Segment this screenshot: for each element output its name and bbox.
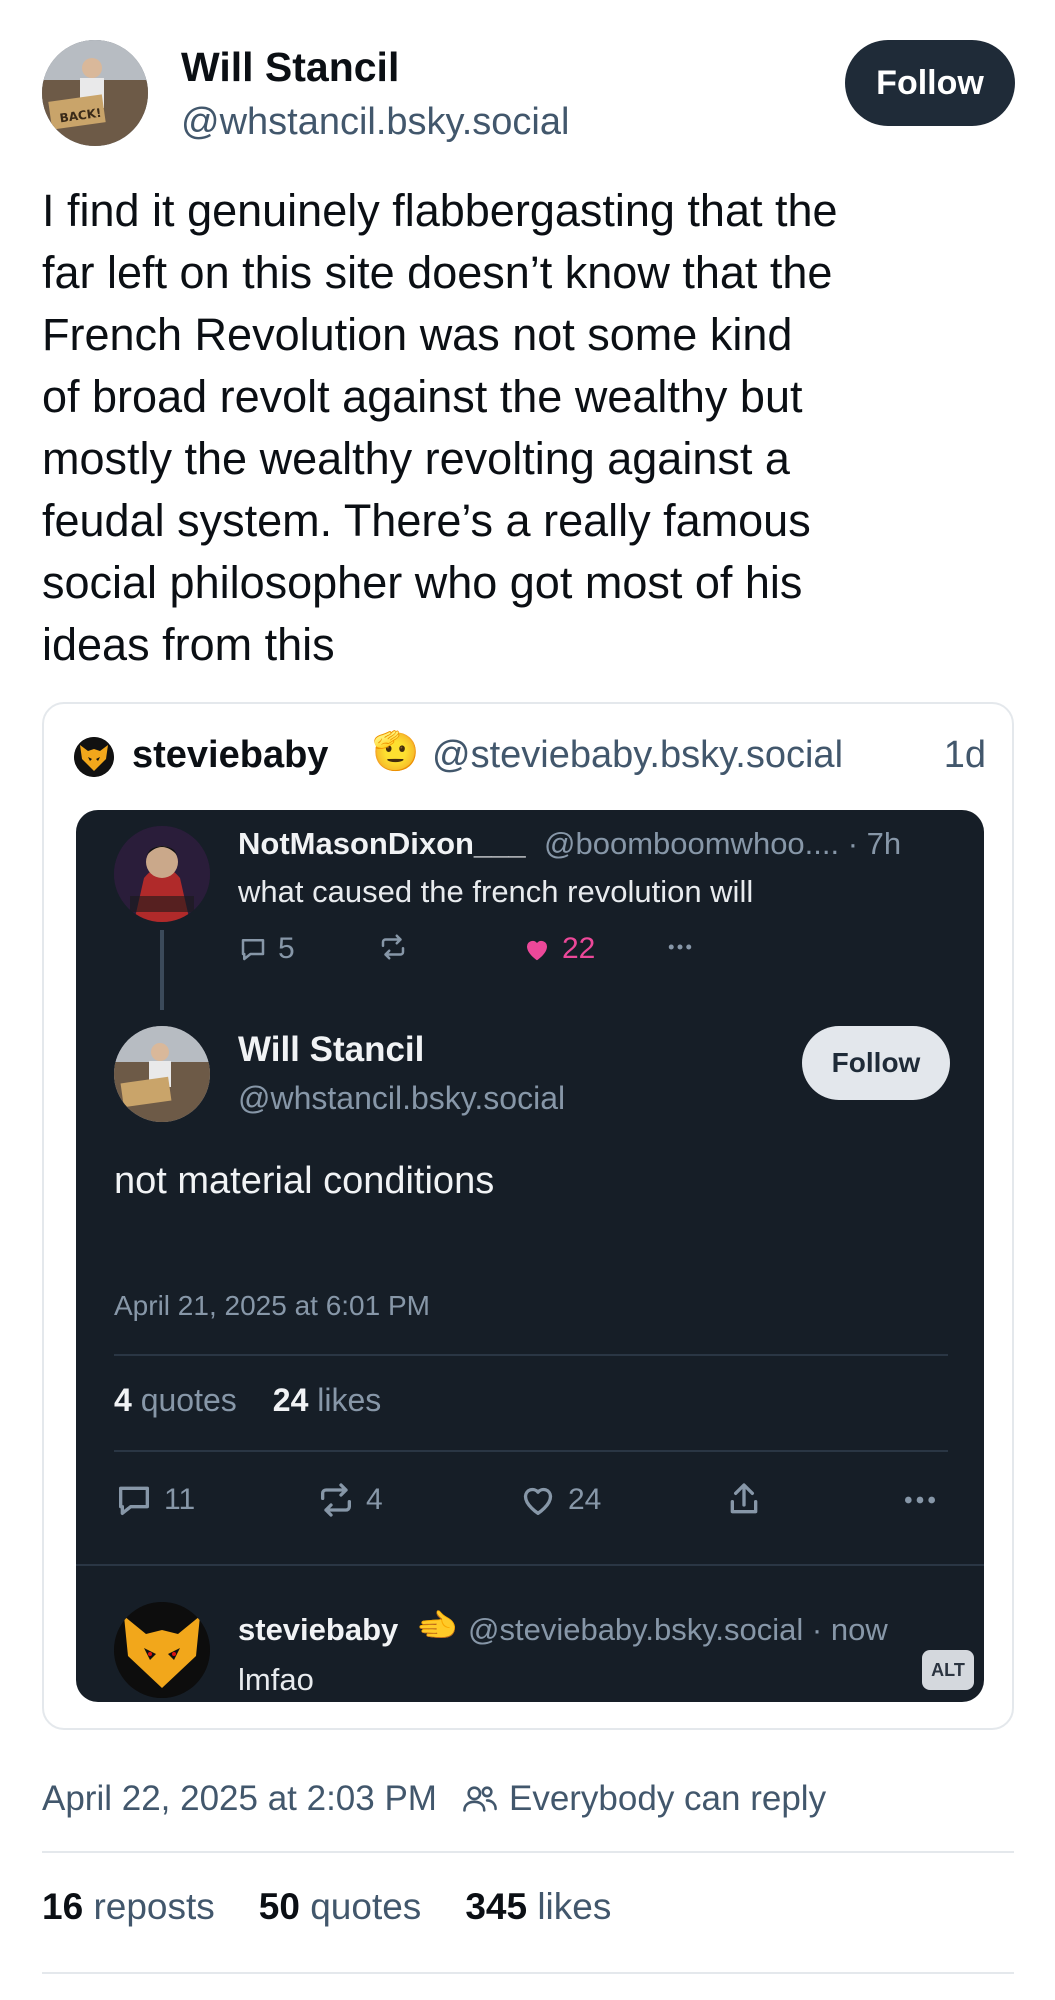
alt-text-badge[interactable]: ALT: [922, 1650, 974, 1690]
embedded-share-action: [724, 1480, 764, 1520]
embedded-divider: [114, 1354, 948, 1356]
reply-author-name: steviebaby: [238, 1612, 399, 1647]
embedded-author-avatar: [114, 1026, 210, 1122]
embedded-repost-action: 4: [316, 1480, 383, 1520]
parent-reply-count: 5: [278, 932, 295, 965]
parent-reply-action: 5: [238, 932, 295, 966]
reposts-label: reposts: [93, 1886, 215, 1927]
embedded-like-count: 24: [568, 1483, 602, 1516]
parent-more-action: [662, 932, 698, 962]
likes-count: 345: [465, 1886, 528, 1927]
embedded-author-name: Will Stancil: [238, 1030, 425, 1069]
quoted-author-name[interactable]: steviebaby: [132, 734, 328, 777]
repost-icon: [381, 934, 405, 960]
embedded-post-text: not material conditions: [114, 1160, 495, 1202]
quotes-count: 50: [258, 1886, 300, 1927]
quoted-author-handle[interactable]: @steviebaby.bsky.social: [432, 734, 843, 777]
embedded-author-handle: @whstancil.bsky.social: [238, 1080, 566, 1116]
repost-icon: [321, 1483, 351, 1517]
author-avatar[interactable]: BACK!: [42, 40, 148, 146]
embedded-divider: [114, 1450, 948, 1452]
embedded-reply-count: 11: [164, 1483, 196, 1516]
quoted-post-time: 1d: [943, 734, 986, 776]
people-icon: [461, 1782, 499, 1816]
author-name[interactable]: Will Stancil: [181, 44, 399, 91]
quoted-author-emoji: 🫡: [372, 731, 420, 773]
reply-author-handle: @steviebaby.bsky.social · now: [468, 1612, 888, 1647]
parent-actions: 5 22: [238, 932, 838, 972]
embedded-actions: 11 4 24: [114, 1480, 948, 1524]
thread-line: [160, 930, 164, 1010]
reply-icon: [241, 939, 265, 961]
reposts-stat[interactable]: 16 reposts: [42, 1886, 215, 1927]
embedded-reply-action: 11: [114, 1480, 195, 1520]
divider: [42, 1972, 1014, 1974]
parent-post-text: what caused the french revolution will: [238, 874, 754, 909]
reply-icon: [119, 1486, 149, 1515]
quotes-stat[interactable]: 50 quotes: [259, 1886, 422, 1927]
embedded-like-action: 24: [518, 1480, 601, 1520]
embedded-reply-separator: [76, 1564, 984, 1566]
embedded-quotes-count: 4: [114, 1382, 132, 1418]
quotes-label: quotes: [310, 1886, 422, 1927]
reposts-count: 16: [42, 1886, 84, 1927]
quoted-author-avatar[interactable]: [74, 737, 114, 777]
post-counts: 16 reposts 50 quotes 345 likes: [42, 1886, 611, 1928]
follow-button[interactable]: Follow: [845, 40, 1015, 126]
embedded-stats: 4 quotes 24 likes: [114, 1382, 381, 1419]
reply-setting[interactable]: Everybody can reply: [509, 1779, 826, 1819]
quoted-post-header: steviebaby 🫡 @steviebaby.bsky.social 1d: [74, 731, 986, 780]
likes-label: likes: [537, 1886, 612, 1927]
author-handle[interactable]: @whstancil.bsky.social: [181, 101, 569, 144]
share-icon: [730, 1483, 758, 1514]
parent-repost-action: [378, 932, 408, 962]
embedded-repost-count: 4: [366, 1483, 383, 1516]
more-icon: [668, 944, 692, 950]
embedded-more-action: [898, 1480, 942, 1520]
post-text: I find it genuinely flabbergasting that …: [42, 185, 838, 670]
post-timestamp: April 22, 2025 at 2:03 PM: [42, 1779, 437, 1818]
reply-author-avatar: [114, 1602, 210, 1698]
parent-author-handle: @boomboomwhoo.... · 7h: [544, 826, 902, 861]
reply-author-emoji: 🫲: [416, 1607, 459, 1645]
parent-like-action: 22: [522, 932, 595, 966]
reply-text: lmfao: [238, 1662, 314, 1697]
embedded-likes-label: likes: [317, 1382, 382, 1418]
parent-avatar: [114, 826, 210, 922]
divider: [42, 1851, 1014, 1853]
likes-stat[interactable]: 345 likes: [465, 1886, 611, 1927]
wolf-logo-icon: [74, 737, 114, 777]
quoted-post-card[interactable]: steviebaby 🫡 @steviebaby.bsky.social 1d …: [42, 702, 1014, 1730]
heart-icon: [527, 940, 547, 961]
embedded-quotes-label: quotes: [140, 1382, 237, 1418]
embedded-likes-count: 24: [272, 1382, 309, 1418]
heart-icon: [523, 1487, 553, 1515]
embedded-follow-button: Follow: [802, 1026, 950, 1100]
parent-like-count: 22: [562, 932, 596, 965]
embedded-post-date: April 21, 2025 at 6:01 PM: [114, 1290, 430, 1321]
parent-author-name: NotMasonDixon___: [238, 826, 526, 861]
wolf-logo-icon: [114, 1602, 210, 1698]
post-meta: April 22, 2025 at 2:03 PM Everybody can …: [42, 1774, 826, 1824]
more-icon: [905, 1496, 935, 1504]
embedded-screenshot[interactable]: NotMasonDixon___ @boomboomwhoo.... · 7h …: [76, 810, 984, 1702]
